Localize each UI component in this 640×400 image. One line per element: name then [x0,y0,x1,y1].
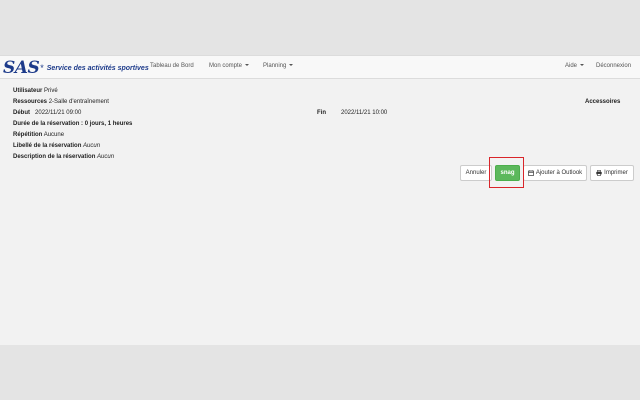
duration-label: Durée de la réservation : [13,121,84,127]
description-label: Description de la réservation [13,154,96,160]
brand-mark: SAS [3,58,40,78]
brand-logo[interactable]: SAS * Service des activités sportives [3,58,149,78]
nav-help-label: Aide [565,63,578,69]
user-value: Privé [44,88,58,94]
user-label: Utilisateur [13,88,43,94]
title-row: Libellé de la réservation Aucun [13,143,100,149]
nav-dashboard[interactable]: Tableau de Bord [150,63,194,69]
print-button[interactable]: Imprimer [590,165,634,181]
nav-help[interactable]: Aide [565,63,585,69]
brand-star: * [40,63,44,73]
accessories-label: Accessoires [585,99,621,105]
title-value: Aucun [83,143,101,149]
print-label: Imprimer [604,170,628,176]
nav-account-label: Mon compte [209,63,243,69]
description-row: Description de la réservation Aucun [13,154,114,160]
chevron-down-icon [289,64,294,66]
add-to-outlook-button[interactable]: Ajouter à Outlook [523,165,587,181]
repeat-label: Répétition [13,132,43,138]
page-body: SAS * Service des activités sportives Ta… [0,55,640,345]
start-label: Début [13,110,30,116]
nav-planning-label: Planning [263,63,287,69]
chevron-down-icon [245,64,250,66]
nav-planning[interactable]: Planning [263,63,294,69]
cancel-button[interactable]: Annuler [460,165,492,181]
user-row: Utilisateur Privé [13,88,58,94]
end-value: 2022/11/21 10:00 [341,110,388,116]
end-label: Fin [317,110,326,116]
end-row: Fin [317,110,326,116]
repeat-row: Répétition Aucune [13,132,64,138]
description-value: Aucun [97,154,115,160]
brand-name: Service des activités sportives [46,64,149,72]
chevron-down-icon [580,64,585,66]
resources-label: Ressources [13,99,48,105]
snag-highlight-box [489,157,524,188]
duration-value: 0 jours, 1 heures [84,121,133,127]
nav-account[interactable]: Mon compte [209,63,250,69]
nav-logout[interactable]: Déconnexion [596,63,631,69]
duration-row: Durée de la réservation : 0 jours, 1 heu… [13,121,132,127]
calendar-icon [527,170,534,176]
resources-value: 2-Salle d'entraînement [48,99,109,105]
top-navbar: SAS * Service des activités sportives Ta… [0,55,640,79]
resources-row: Ressources 2-Salle d'entraînement [13,99,109,105]
start-row: Début 2022/11/21 09:00 [13,110,81,116]
printer-icon [596,170,602,176]
title-label: Libellé de la réservation [13,143,82,149]
add-to-outlook-label: Ajouter à Outlook [535,170,583,176]
repeat-value: Aucune [43,132,65,138]
start-value: 2022/11/21 09:00 [35,110,82,116]
